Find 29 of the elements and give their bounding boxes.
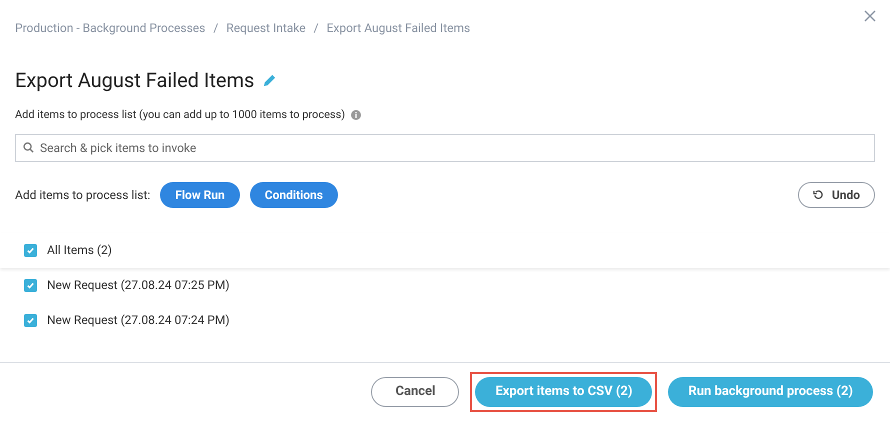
undo-button[interactable]: Undo xyxy=(798,182,875,208)
search-icon xyxy=(23,142,34,152)
primary-button[interactable]: Export items to CSV (2) xyxy=(475,377,652,407)
checkmark-icon xyxy=(26,316,35,324)
checkbox[interactable] xyxy=(24,314,37,326)
breadcrumb-separator: / xyxy=(314,20,319,37)
checkmark-icon xyxy=(26,246,35,254)
cancel-button[interactable]: Cancel xyxy=(371,377,460,407)
breadcrumb-item[interactable]: Request Intake xyxy=(226,19,306,37)
page-title: Export August Failed Items xyxy=(15,67,254,94)
pencil-icon[interactable] xyxy=(262,72,278,88)
item-label: New Request (27.08.24 07:25 PM) xyxy=(47,277,230,294)
checkmark-icon xyxy=(26,280,35,290)
breadcrumb-item: Export August Failed Items xyxy=(326,20,470,37)
add-items-label: Add items to process list: xyxy=(15,186,150,204)
item-label: New Request (27.08.24 07:24 PM) xyxy=(47,312,230,329)
breadcrumb-separator: / xyxy=(213,20,218,37)
breadcrumb-item[interactable]: Production - Background Processes xyxy=(15,19,206,37)
add-button[interactable]: Flow Run xyxy=(160,182,240,208)
checkbox[interactable] xyxy=(24,278,37,292)
undo-icon xyxy=(812,189,824,200)
primary-button[interactable]: Run background process (2) xyxy=(668,377,873,407)
item-label: All Items (2) xyxy=(47,242,112,259)
add-button[interactable]: Conditions xyxy=(250,182,338,208)
checkbox[interactable] xyxy=(24,244,37,256)
info-icon[interactable] xyxy=(351,110,362,120)
search-field[interactable]: Search & pick items to invoke xyxy=(15,134,875,162)
instructions-text: Add items to process list (you can add up to 1000 items to process) xyxy=(15,107,346,123)
close-icon[interactable] xyxy=(864,10,876,22)
